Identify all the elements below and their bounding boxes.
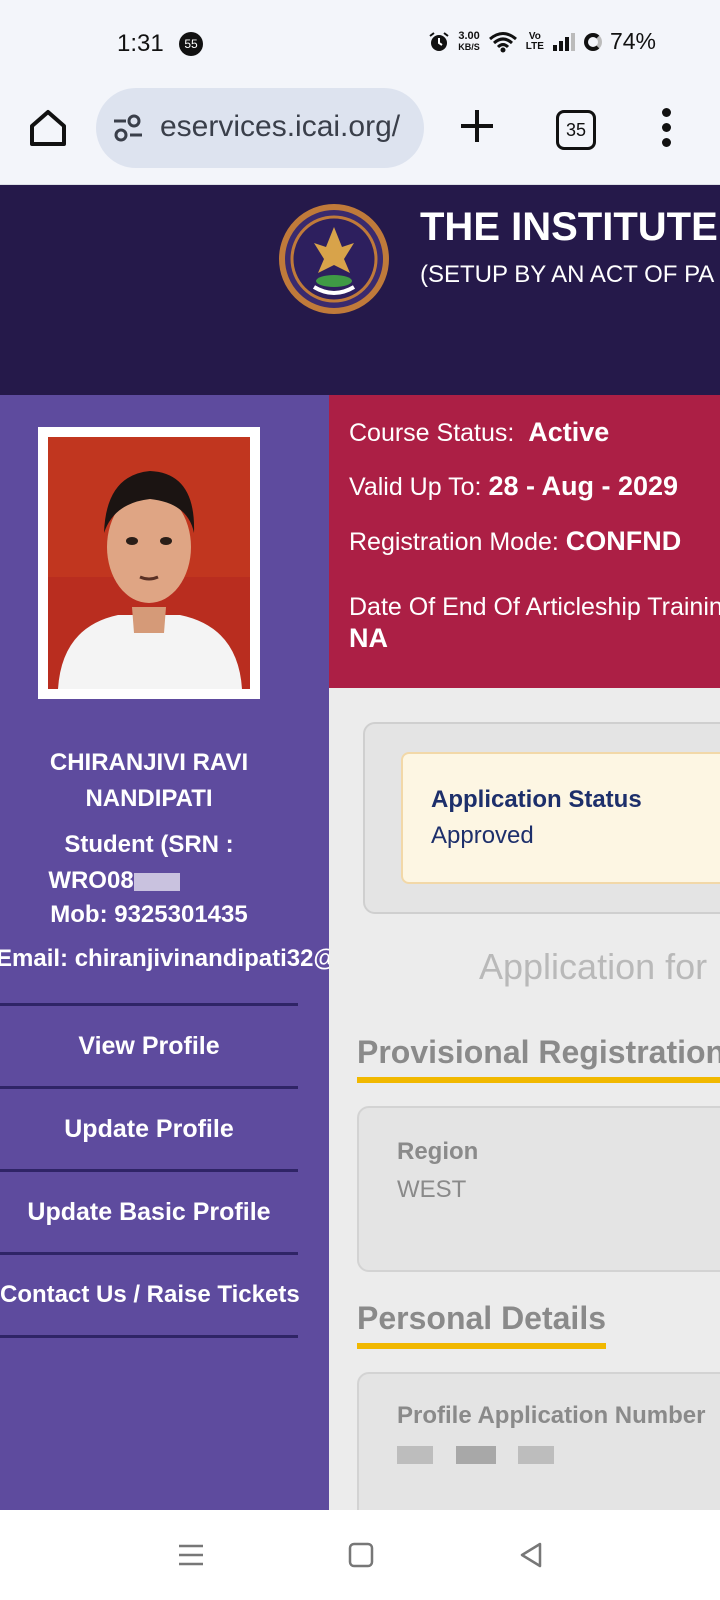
course-status-row: Course Status: Active	[349, 417, 609, 448]
application-heading: Application for P	[479, 946, 720, 987]
institute-subtitle: (SETUP BY AN ACT OF PA	[420, 261, 715, 288]
registration-mode-row: Registration Mode: CONFND	[349, 526, 681, 557]
profile-email: Email: chiranjivinandipati32@	[0, 945, 329, 972]
application-status-label: Application Status	[431, 786, 642, 813]
profile-name-line1: CHIRANJIVI RAVI	[49, 749, 249, 776]
app-number-value	[397, 1440, 555, 1468]
profile-name-line2: NANDIPATI	[85, 785, 213, 812]
course-status-card: Course Status: Active Valid Up To: 28 - …	[329, 395, 720, 688]
course-status-label: Course Status:	[349, 419, 515, 447]
recent-apps-icon[interactable]	[176, 1540, 206, 1570]
profile-srn-line1: Student (SRN :	[64, 831, 234, 858]
volte-bottom: LTE	[525, 40, 544, 52]
url-text[interactable]: eservices.icai.org/	[160, 110, 400, 144]
main-content: Application Status Approved Application …	[329, 688, 720, 1510]
redacted-block	[397, 1445, 433, 1464]
personal-details-title: Personal Details	[357, 1300, 606, 1349]
browser-toolbar: eservices.icai.org/ 35	[0, 88, 720, 185]
battery-percent: 74%	[609, 28, 656, 54]
address-bar[interactable]: eservices.icai.org/	[96, 88, 424, 168]
back-icon[interactable]	[516, 1540, 546, 1570]
sidebar-item-contact-us[interactable]: Contact Us / Raise Tickets	[0, 1252, 300, 1338]
profile-srn-line2: WRO08	[0, 863, 298, 899]
valid-up-to-value: 28 - Aug - 2029	[488, 471, 679, 501]
icai-logo	[279, 204, 389, 314]
signal-icon	[552, 32, 575, 51]
site-settings-icon[interactable]	[112, 114, 144, 142]
volte-indicator: Vo LTE	[525, 30, 544, 52]
tab-switcher-button[interactable]: 35	[556, 110, 596, 150]
articleship-end-label: Date Of End Of Articleship Trainin	[349, 593, 720, 621]
home-icon[interactable]	[26, 106, 70, 150]
srn-value: WRO08	[48, 867, 134, 894]
application-status-panel: Application Status Approved	[363, 722, 720, 914]
personal-details-box: Profile Application Number	[357, 1372, 720, 1510]
redacted-block	[455, 1445, 496, 1464]
wifi-icon	[488, 31, 517, 52]
valid-up-to-row: Valid Up To: 28 - Aug - 2029	[349, 471, 678, 502]
registration-mode-value: CONFND	[565, 526, 682, 556]
sidebar-item-update-basic-profile[interactable]: Update Basic Profile	[0, 1169, 298, 1252]
profile-photo	[48, 437, 250, 689]
more-menu-icon[interactable]	[660, 108, 672, 148]
status-time: 1:31	[117, 30, 164, 57]
battery-icon	[583, 32, 602, 51]
provisional-registration-title: Provisional Registration	[357, 1034, 720, 1083]
region-box: Region WEST	[357, 1106, 720, 1272]
valid-up-to-label: Valid Up To:	[349, 473, 482, 501]
profile-name: CHIRANJIVI RAVI NANDIPATI	[0, 745, 298, 817]
institute-title: THE INSTITUTE	[420, 205, 718, 249]
notification-badge: 55	[179, 32, 203, 56]
new-tab-icon[interactable]	[455, 104, 499, 148]
redacted-block	[133, 872, 180, 891]
system-nav-bar	[0, 1510, 720, 1600]
profile-srn: Student (SRN : WRO08	[0, 827, 298, 899]
sidebar-item-update-profile[interactable]: Update Profile	[0, 1086, 298, 1169]
application-status-card: Application Status Approved	[401, 752, 720, 884]
course-status-value: Active	[528, 417, 610, 447]
region-label: Region	[397, 1138, 479, 1165]
registration-mode-label: Registration Mode:	[349, 528, 559, 556]
alarm-icon	[429, 31, 449, 51]
volte-top: Vo	[528, 30, 541, 42]
redacted-block	[518, 1445, 555, 1464]
home-nav-icon[interactable]	[346, 1540, 376, 1570]
articleship-end-value-text: NA	[349, 623, 388, 653]
profile-sidebar: CHIRANJIVI RAVI NANDIPATI Student (SRN :…	[0, 395, 329, 1510]
sidebar-item-view-profile[interactable]: View Profile	[0, 1003, 298, 1086]
app-number-label: Profile Application Number	[397, 1402, 706, 1429]
status-bar: 1:31 55 3.00 KB/S Vo LTE 74%	[0, 0, 720, 88]
net-speed-value: 3.00	[458, 29, 480, 42]
net-speed: 3.00 KB/S	[458, 29, 480, 53]
region-value: WEST	[397, 1176, 467, 1203]
status-icons: 3.00 KB/S Vo LTE 74%	[428, 28, 656, 55]
site-header: THE INSTITUTE (SETUP BY AN ACT OF PA	[0, 185, 720, 395]
net-speed-unit: KB/S	[458, 41, 480, 52]
articleship-end-value: NA	[349, 623, 388, 654]
profile-photo-frame	[38, 427, 260, 699]
sidebar-nav: View Profile Update Profile Update Basic…	[0, 1003, 329, 1338]
application-status-value: Approved	[431, 822, 534, 849]
profile-mobile: Mob: 9325301435	[50, 901, 248, 928]
